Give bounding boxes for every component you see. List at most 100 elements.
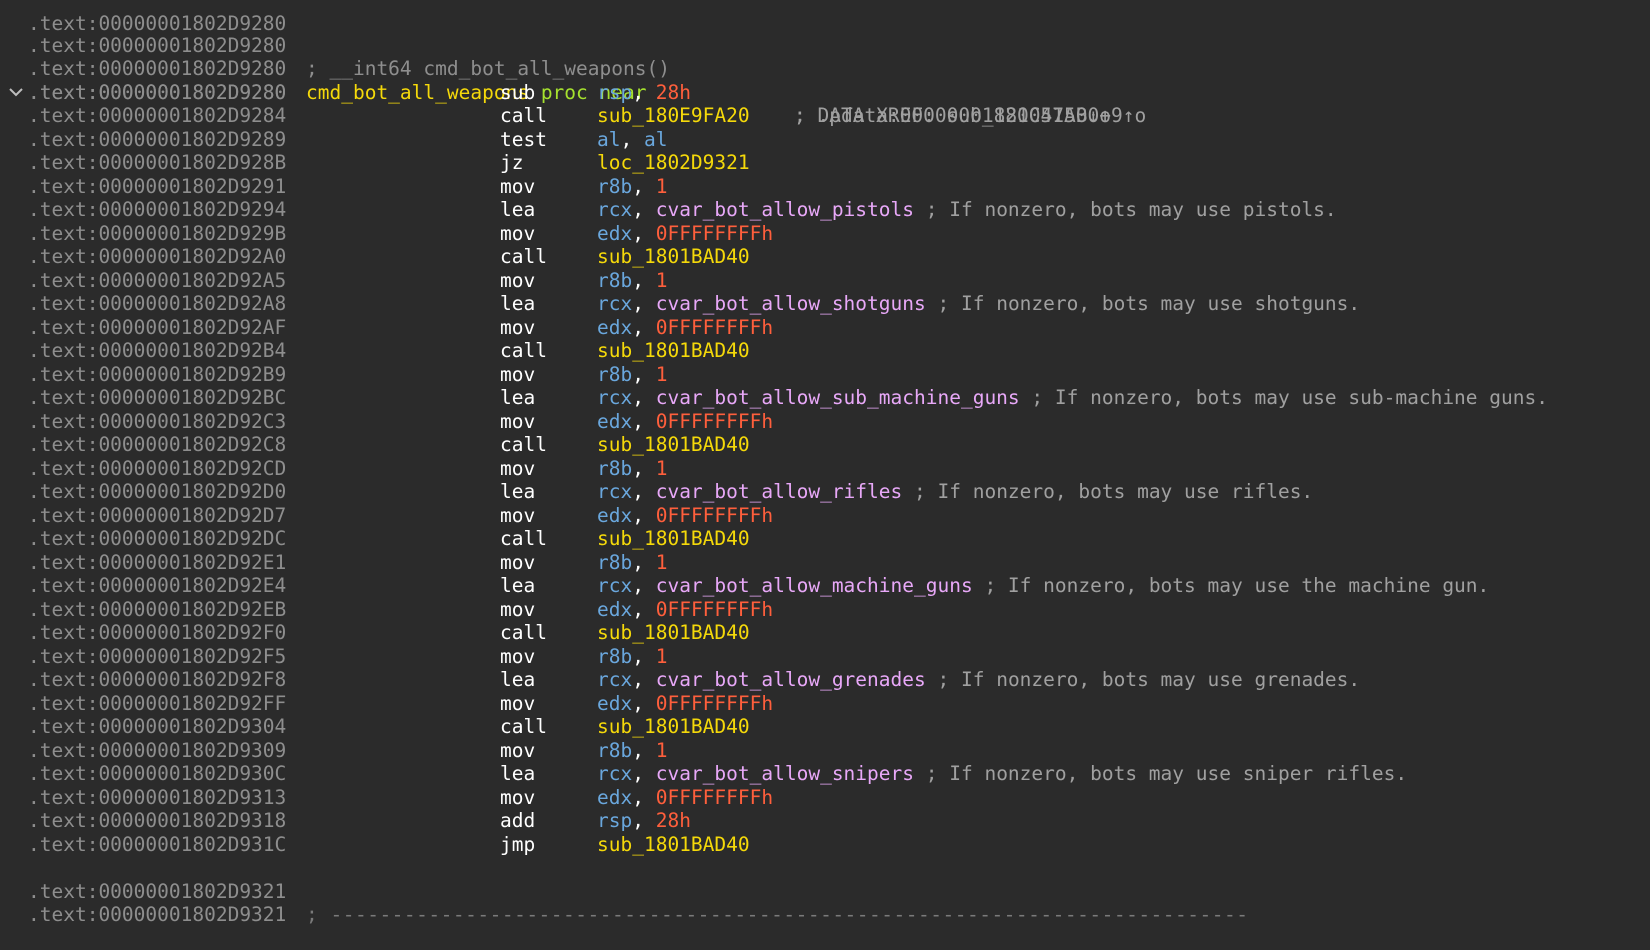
operands: rcx, cvar_bot_allow_pistols ; If nonzero… [597,198,1337,222]
mnemonic: mov [500,268,536,292]
instruction-line[interactable]: .text:00000001802D92F5 mov r8b, 1 [0,645,1650,669]
operand-1[interactable]: sub_1801BAD40 [597,833,750,856]
instruction-line[interactable]: .text:00000001802D928B jz loc_1802D9321 [0,151,1650,175]
line-address: .text:00000001802D92B4 [28,339,287,362]
line-address: .text:00000001802D92F0 [28,621,287,644]
instruction-line[interactable]: .text:00000001802D9284 call sub_180E9FA20 [0,104,1650,128]
operand-2: al [643,127,668,151]
operands: sub_1801BAD40 [597,833,750,857]
disasm-line-separator[interactable]: .text:00000001802D9321 ; ---------------… [0,856,1650,927]
line-address: .text:00000001802D92EB [28,597,287,621]
operand-separator: , [632,268,656,292]
operand-separator: , [632,550,656,574]
operands: rsp, 28h [597,81,691,105]
operand-2[interactable]: cvar_bot_allow_rifles [656,480,903,503]
operand-2[interactable]: cvar_bot_allow_sub_machine_guns [656,386,1020,409]
operand-separator: , [632,480,656,503]
operand-1: rcx [597,292,633,315]
operand-1: rcx [597,762,633,785]
operand-1: edx [597,315,633,339]
instruction-line[interactable]: .text:00000001802D92F0 call sub_1801BAD40 [0,621,1650,645]
line-address: .text:00000001802D9289 [28,127,287,151]
operand-1[interactable]: sub_1801BAD40 [597,621,750,644]
instruction-line[interactable]: .text:00000001802D92EB mov edx, 0FFFFFFFFh [0,598,1650,622]
mnemonic: mov [500,503,536,527]
instruction-line[interactable]: .text:00000001802D92A8 lea rcx, cvar_bot_a… [0,292,1650,316]
instruction-line[interactable]: .text:00000001802D92A5 mov r8b, 1 [0,269,1650,293]
operand-2: 0FFFFFFFFh [655,409,774,433]
instruction-line[interactable]: .text:00000001802D92C8 call sub_1801BAD40 [0,433,1650,457]
instruction-line[interactable]: .text:00000001802D92B9 mov r8b, 1 [0,363,1650,387]
instruction-line[interactable]: .text:00000001802D92E4 lea rcx, cvar_bot_a… [0,574,1650,598]
instruction-line[interactable]: .text:00000001802D9313 mov edx, 0FFFFFFFFh [0,786,1650,810]
operand-separator: , [632,644,656,668]
operand-2[interactable]: cvar_bot_allow_grenades [656,668,926,691]
instruction-line[interactable]: .text:00000001802D9309 mov r8b, 1 [0,739,1650,763]
operand-1[interactable]: sub_1801BAD40 [597,527,750,550]
mnemonic: lea [500,386,536,409]
chevron-down-icon[interactable] [6,81,26,105]
mnemonic: lea [500,480,536,503]
instruction-line[interactable]: .text:00000001802D929B mov edx, 0FFFFFFFFh [0,222,1650,246]
instruction-line[interactable]: .text:00000001802D92D0 lea rcx, cvar_bot_a… [0,480,1650,504]
mnemonic: mov [500,785,536,809]
operand-2[interactable]: cvar_bot_allow_shotguns [656,292,926,315]
inline-comment: ; If nonzero, bots may use shotguns. [937,292,1361,315]
mnemonic: mov [500,456,536,480]
operand-2: 1 [655,268,668,292]
instruction-line[interactable]: .text:00000001802D92F8 lea rcx, cvar_bot_a… [0,668,1650,692]
instruction-line[interactable]: .text:00000001802D9304 call sub_1801BAD40 [0,715,1650,739]
operands: sub_1801BAD40 [597,339,750,363]
instruction-line[interactable]: .text:00000001802D92C3 mov edx, 0FFFFFFFFh [0,410,1650,434]
disasm-line-xref[interactable]: .text:00000001802D9280 ; .pdata:00000001… [0,57,1650,128]
operand-1[interactable]: sub_1801BAD40 [597,339,750,362]
instruction-line[interactable]: .text:00000001802D92B4 call sub_1801BAD40 [0,339,1650,363]
operand-2[interactable]: cvar_bot_allow_pistols [656,198,914,221]
operands: r8b, 1 [597,363,667,387]
disasm-line-func-comment[interactable]: .text:00000001802D9280 ; __int64 cmd_bot… [0,10,1650,81]
mnemonic: test [500,127,547,151]
mnemonic: lea [500,668,536,691]
instruction-line[interactable]: .text:00000001802D9318 add rsp, 28h [0,809,1650,833]
instruction-line[interactable]: .text:00000001802D92E1 mov r8b, 1 [0,551,1650,575]
operand-separator: , [620,127,644,151]
operand-separator: , [632,174,656,198]
disasm-line-partial-bottom[interactable]: .text:00000001802D9321 [0,880,1650,926]
operand-1[interactable]: loc_1802D9321 [597,151,750,174]
operand-separator: , [632,80,656,104]
instruction-line[interactable]: .text:00000001802D9280 sub rsp, 28h [0,81,1650,105]
operand-1[interactable]: sub_1801BAD40 [597,245,750,268]
instruction-line[interactable]: .text:00000001802D92DC call sub_1801BAD40 [0,527,1650,551]
operands: edx, 0FFFFFFFFh [597,316,773,340]
instruction-line[interactable]: .text:00000001802D92BC lea rcx, cvar_bot_a… [0,386,1650,410]
operand-1: r8b [597,362,633,386]
operand-1[interactable]: sub_1801BAD40 [597,433,750,456]
instruction-line[interactable]: .text:00000001802D92CD mov r8b, 1 [0,457,1650,481]
operand-2: 1 [655,456,668,480]
disasm-line-proc[interactable]: .text:00000001802D9280 cmd_bot_all_weapo… [0,34,1650,127]
mnemonic: mov [500,597,536,621]
disassembly-view[interactable]: .text:00000001802D9280 .text:00000001802… [0,0,1650,927]
operand-separator: , [632,456,656,480]
operand-1[interactable]: sub_1801BAD40 [597,715,750,738]
instruction-line[interactable]: .text:00000001802D92A0 call sub_1801BAD40 [0,245,1650,269]
instruction-line[interactable]: .text:00000001802D9291 mov r8b, 1 [0,175,1650,199]
operand-2: 1 [655,644,668,668]
operand-1[interactable]: sub_180E9FA20 [597,104,750,127]
instruction-line[interactable]: .text:00000001802D9289 test al, al [0,128,1650,152]
operands: edx, 0FFFFFFFFh [597,504,773,528]
instruction-line[interactable]: .text:00000001802D931C jmp sub_1801BAD40 [0,833,1650,857]
line-address: .text:00000001802D9313 [28,785,287,809]
mnemonic: call [500,339,547,362]
line-address: .text:00000001802D929B [28,221,287,245]
instruction-line[interactable]: .text:00000001802D930C lea rcx, cvar_bot_a… [0,762,1650,786]
operand-2[interactable]: cvar_bot_allow_machine_guns [656,574,973,597]
instruction-line[interactable]: .text:00000001802D9294 lea rcx, cvar_bot_a… [0,198,1650,222]
instruction-line[interactable]: .text:00000001802D92AF mov edx, 0FFFFFFFFh [0,316,1650,340]
instruction-line[interactable]: .text:00000001802D92D7 mov edx, 0FFFFFFFFh [0,504,1650,528]
inline-comment: ; If nonzero, bots may use sub-machine g… [1031,386,1548,409]
operands: edx, 0FFFFFFFFh [597,222,773,246]
operand-2: 0FFFFFFFFh [655,315,774,339]
instruction-line[interactable]: .text:00000001802D92FF mov edx, 0FFFFFFFFh [0,692,1650,716]
operand-2[interactable]: cvar_bot_allow_snipers [656,762,914,785]
